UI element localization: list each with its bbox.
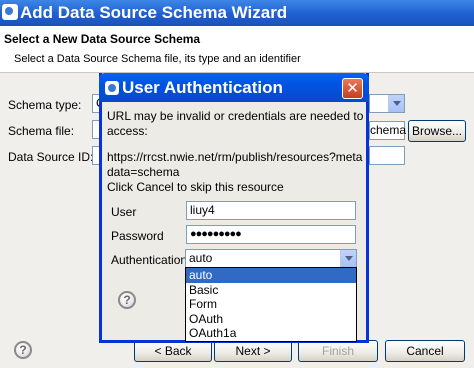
schema-file-value: chema (370, 123, 407, 137)
wizard-header-banner: Select a New Data Source Schema Select a… (0, 26, 474, 73)
schema-type-chevron-down-icon[interactable] (388, 95, 404, 112)
schema-type-label: Schema type: (8, 98, 82, 112)
authentication-select[interactable]: auto (185, 249, 357, 268)
auth-help-icon[interactable]: ? (118, 291, 136, 309)
auth-dialog-app-icon (105, 81, 119, 95)
wizard-heading: Select a New Data Source Schema (4, 32, 201, 46)
authentication-dropdown-list[interactable]: auto Basic Form OAuth OAuth1a (185, 267, 357, 342)
finish-button[interactable]: Finish (298, 340, 378, 362)
wizard-title-bar[interactable]: Add Data Source Schema Wizard (0, 0, 474, 26)
auth-cancel-hint: Click Cancel to skip this resource (107, 180, 284, 194)
authentication-option-basic[interactable]: Basic (186, 283, 356, 298)
user-input-value: liuy4 (190, 203, 215, 217)
schema-file-input-tail[interactable]: chema (369, 121, 407, 140)
wizard-help-icon[interactable]: ? (14, 341, 32, 359)
authentication-option-oauth[interactable]: OAuth (186, 312, 356, 327)
user-input[interactable]: liuy4 (186, 201, 356, 220)
auth-dialog-title: User Authentication (122, 78, 283, 97)
data-source-id-label: Data Source ID: (8, 150, 94, 164)
wizard-title: Add Data Source Schema Wizard (20, 3, 288, 22)
authentication-option-auto[interactable]: auto (186, 268, 356, 283)
authentication-option-oauth1a[interactable]: OAuth1a (186, 326, 356, 341)
authentication-select-value: auto (189, 251, 213, 265)
finish-button-label: Finish (321, 344, 354, 358)
user-label: User (111, 205, 137, 219)
password-label: Password (111, 229, 164, 243)
auth-url-line1: https://rrcst.nwie.net/rm/publish/resour… (107, 150, 363, 164)
password-input-value: ●●●●●●●●● (190, 228, 242, 240)
authentication-label: Authentication (111, 253, 188, 267)
data-source-id-input-tail[interactable] (369, 146, 405, 165)
next-button[interactable]: Next > (214, 340, 292, 362)
auth-message-line1: URL may be invalid or credentials are ne… (107, 109, 364, 123)
authentication-option-form[interactable]: Form (186, 297, 356, 312)
cancel-button[interactable]: Cancel (385, 340, 465, 362)
wizard-description: Select a Data Source Schema file, its ty… (14, 53, 301, 65)
schema-file-label: Schema file: (8, 124, 75, 138)
authentication-chevron-down-icon[interactable] (340, 250, 356, 267)
schema-type-dropdown-tail[interactable] (369, 94, 405, 113)
close-icon[interactable]: ✕ (342, 78, 363, 99)
wizard-app-icon (2, 4, 18, 20)
browse-button[interactable]: Browse... (408, 120, 466, 142)
auth-message-line2: access: (107, 124, 148, 138)
password-input[interactable]: ●●●●●●●●● (186, 225, 356, 244)
auth-url-line2: data=schema (107, 165, 180, 179)
back-button[interactable]: < Back (134, 340, 212, 362)
auth-dialog-title-bar[interactable]: User Authentication (99, 73, 369, 102)
